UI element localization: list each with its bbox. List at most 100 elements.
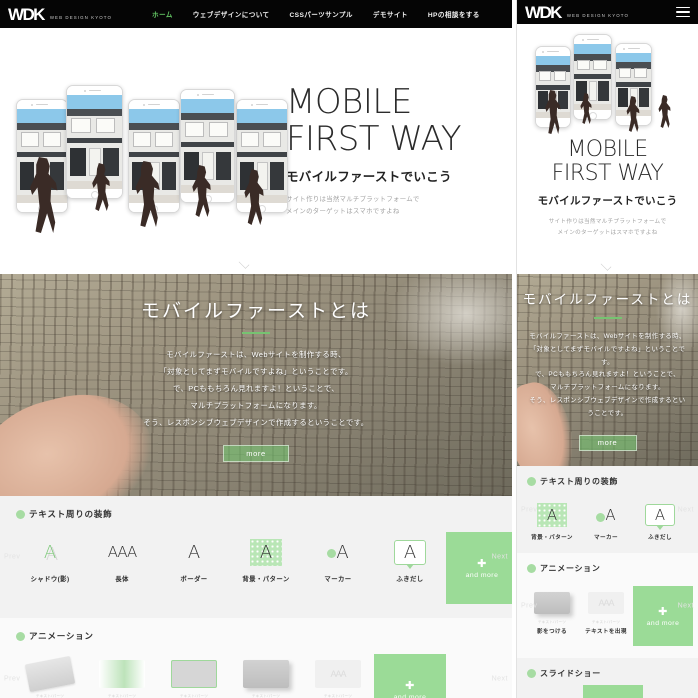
feature-section: モバイルファーストとは モバイルファーストは、Webサイトを制作する時、 「対象… xyxy=(0,274,512,496)
card-add-shadow[interactable]: テキスト/パーツ 影をつける xyxy=(230,654,302,698)
card-sublabel: テキスト/パーツ xyxy=(251,694,281,698)
feature-body-line4: マルチプラットフォームになります。 xyxy=(190,401,322,411)
card-label: 背景・パターン xyxy=(242,576,290,583)
bullet-dot-icon xyxy=(16,509,25,519)
mobile-animation-section: アニメーション Prev Next テキスト/パーツ 影をつける AAA テキス… xyxy=(517,553,698,658)
animation-thumbnail: AAA xyxy=(315,660,361,688)
carousel-next-button[interactable]: Next xyxy=(678,602,694,609)
scroll-down-icon[interactable] xyxy=(236,259,252,268)
carousel-next-button[interactable]: Next xyxy=(678,506,694,513)
animation-thumbnail xyxy=(24,655,76,693)
card-speech-bubble[interactable]: A ふきだし xyxy=(374,532,446,604)
and-more-label: and more xyxy=(393,694,427,698)
mobile-hero-phones-image xyxy=(517,30,698,138)
hero-section: MOBILE FIRST WAY モバイルファーストでいこう サイト作りは当然マ… xyxy=(0,28,512,274)
carousel-prev-button[interactable]: Prev xyxy=(521,602,537,609)
card-border[interactable]: A ボーダー xyxy=(158,532,230,604)
nav-item-demo-site[interactable]: デモサイト xyxy=(373,9,408,19)
card-change-background[interactable]: テキスト/パーツ 背景を変える xyxy=(86,654,158,698)
card-label: 長体 xyxy=(115,576,129,583)
mobile-feature-more-button[interactable]: more xyxy=(578,434,637,451)
hero-title-line2: FIRST WAY xyxy=(286,119,462,160)
and-more-card[interactable]: ✚ and more xyxy=(446,532,512,604)
phone-mockup xyxy=(128,99,180,213)
animation-thumbnail xyxy=(171,660,217,688)
animation-carousel[interactable]: テキスト/パーツ 動く テキスト/パーツ 背景を変える テキスト/パーツ ボーダ… xyxy=(0,654,512,698)
animation-thumbnail xyxy=(243,660,289,688)
card-label: ボーダー xyxy=(180,576,208,583)
carousel-prev-button[interactable]: Prev xyxy=(4,554,20,561)
text-decoration-carousel[interactable]: A シャドウ(影) AAA 長体 A ボーダー A 背景・パターン A マーカー… xyxy=(0,532,512,604)
mobile-feature-title: モバイルファーストとは xyxy=(522,292,693,307)
phone-mockup xyxy=(236,99,288,213)
hero-copy: MOBILE FIRST WAY モバイルファーストでいこう サイト作りは当然マ… xyxy=(270,81,506,218)
feature-more-button[interactable]: more xyxy=(223,445,289,463)
mobile-animation-carousel[interactable]: テキスト/パーツ 影をつける AAA テキスト/パーツ テキストを出現 ✚ an… xyxy=(517,586,698,646)
bullet-dot-icon xyxy=(527,477,536,486)
card-text-appear[interactable]: AAA テキスト/パーツ テキストを出現 xyxy=(579,586,633,646)
feature-title-rule xyxy=(242,332,270,334)
phone-mockup xyxy=(573,34,612,120)
mobile-text-decoration-carousel[interactable]: A 背景・パターン A マーカー A ふきだし xyxy=(517,499,698,541)
slideshow-thumbnail[interactable] xyxy=(583,685,643,698)
card-marker[interactable]: A マーカー xyxy=(579,499,633,541)
card-sublabel: テキスト/パーツ xyxy=(107,694,137,698)
site-logo[interactable]: WDK WEB DESIGN KYOTO xyxy=(8,6,112,23)
mobile-feature-body-line1: モバイルファーストは、Webサイトを制作する時、 xyxy=(529,333,686,340)
card-text-shadow[interactable]: A シャドウ(影) xyxy=(14,532,86,604)
hamburger-menu-icon[interactable] xyxy=(676,6,690,18)
card-condensed[interactable]: AAA 長体 xyxy=(86,532,158,604)
glyph-a: A xyxy=(393,539,427,565)
card-label: マーカー xyxy=(324,576,352,583)
mobile-slideshow-carousel[interactable] xyxy=(517,685,698,698)
mobile-hero-note-line1: サイト作りは当然マルチプラットフォームで xyxy=(548,219,667,226)
nav-item-css-parts-sample[interactable]: CSSパーツサンプル xyxy=(290,9,353,19)
logo-mark: WDK xyxy=(525,2,562,22)
bullet-dot-icon xyxy=(16,631,25,641)
glyph-a: A xyxy=(249,538,283,566)
glyph-a: A xyxy=(327,542,349,563)
card-background-pattern[interactable]: A 背景・パターン xyxy=(230,532,302,604)
card-move[interactable]: テキスト/パーツ 動く xyxy=(14,654,86,698)
mobile-hero-section: MOBILE FIRST WAY モバイルファーストでいこう サイト作りは当然マ… xyxy=(517,24,698,274)
card-text-appear[interactable]: AAA テキスト/パーツ テキストを出現 xyxy=(302,654,374,698)
mobile-slideshow-title: スライドショー xyxy=(540,669,601,678)
mobile-hero-title-line1: MOBILE xyxy=(567,137,648,162)
bullet-dot-icon xyxy=(527,564,536,573)
animation-title: アニメーション xyxy=(29,631,94,641)
card-sublabel: テキスト/パーツ xyxy=(323,694,353,698)
hero-subtitle: モバイルファーストでいこう xyxy=(286,169,452,184)
plus-circle-icon: ✚ xyxy=(658,606,668,618)
and-more-card[interactable]: ✚ and more xyxy=(633,586,693,646)
hero-phones-image xyxy=(4,51,288,251)
and-more-label: and more xyxy=(646,620,680,627)
card-label: ふきだし xyxy=(648,535,672,541)
glyph-a: A xyxy=(596,506,616,524)
hero-note-line1: サイト作りは当然マルチプラットフォームで xyxy=(286,195,420,203)
mobile-feature-body-line3: で、PCももちろん見れますよ！ということで、 xyxy=(535,371,680,379)
hero-title-line1: MOBILE xyxy=(286,81,412,122)
mobile-text-decoration-title: テキスト周りの装飾 xyxy=(540,477,619,486)
text-decoration-title: テキスト周りの装飾 xyxy=(29,509,113,519)
card-marker[interactable]: A マーカー xyxy=(302,532,374,604)
carousel-next-button[interactable]: Next xyxy=(492,554,508,561)
carousel-next-button[interactable]: Next xyxy=(492,676,508,683)
main-navigation: ホーム ウェブデザインについて CSSパーツサンプル デモサイト HPの相談をす… xyxy=(152,9,480,19)
mobile-feature-body-line5: そう、レスポンシブウェブデザインで作成するということです。 xyxy=(529,397,686,417)
feature-title-rule xyxy=(593,317,622,319)
nav-item-about-webdesign[interactable]: ウェブデザインについて xyxy=(193,9,270,19)
card-draw-border[interactable]: テキスト/パーツ ボーダーを引く xyxy=(158,654,230,698)
pedestrian-silhouette xyxy=(658,95,671,128)
nav-item-consultation[interactable]: HPの相談をする xyxy=(428,9,480,19)
carousel-prev-button[interactable]: Prev xyxy=(4,676,20,683)
and-more-card[interactable]: ✚ and more xyxy=(374,654,446,698)
carousel-prev-button[interactable]: Prev xyxy=(521,506,537,513)
mobile-slideshow-section: スライドショー xyxy=(517,658,698,698)
nav-item-home[interactable]: ホーム xyxy=(152,9,173,19)
desktop-preview-panel: WDK WEB DESIGN KYOTO ホーム ウェブデザインについて CSS… xyxy=(0,0,512,698)
card-add-shadow[interactable]: テキスト/パーツ 影をつける xyxy=(525,586,579,646)
card-label: マーカー xyxy=(594,535,618,541)
mobile-site-logo[interactable]: WDK WEB DESIGN KYOTO xyxy=(525,4,629,21)
scroll-down-icon[interactable] xyxy=(598,261,614,270)
plus-circle-icon: ✚ xyxy=(405,680,415,692)
